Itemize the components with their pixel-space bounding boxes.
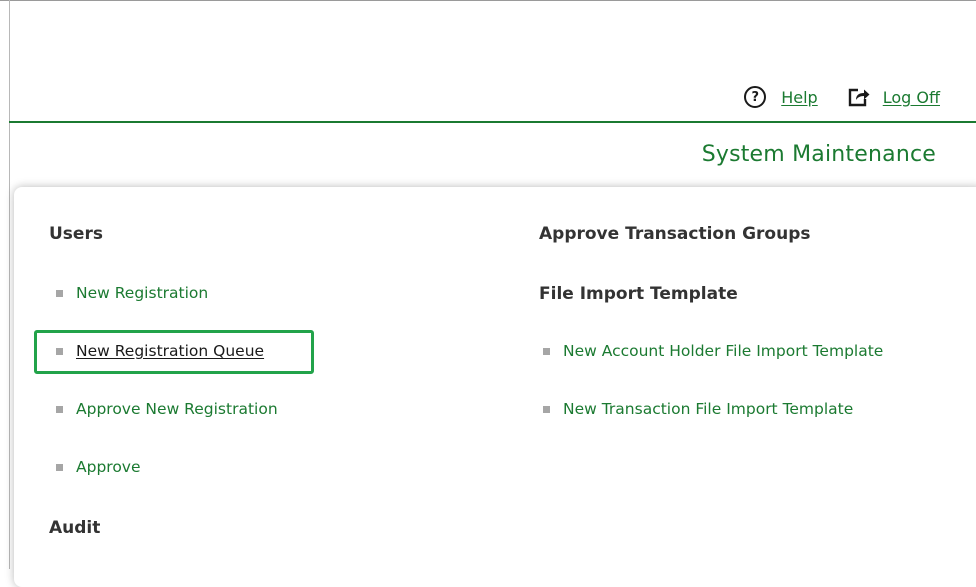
menu-item-new-account-holder-file-import-template[interactable]: New Account Holder File Import Template	[543, 342, 883, 360]
menu-item-label: Approve New Registration	[76, 400, 278, 418]
audit-heading: Audit	[49, 518, 101, 538]
system-maintenance-menu: Users New Registration New Registration …	[14, 187, 976, 587]
window-left-border	[9, 0, 10, 569]
bullet-icon	[56, 405, 63, 413]
bullet-icon	[56, 347, 63, 355]
share-arrow-icon	[848, 88, 870, 107]
file-import-template-heading: File Import Template	[539, 284, 738, 304]
menu-item-new-transaction-file-import-template[interactable]: New Transaction File Import Template	[543, 400, 853, 418]
header-divider	[9, 121, 976, 123]
menu-item-label: Approve	[76, 458, 141, 476]
menu-item-label: New Transaction File Import Template	[563, 400, 854, 418]
help-link[interactable]: ? Help	[744, 86, 818, 108]
bullet-icon	[543, 405, 550, 413]
help-link-label[interactable]: Help	[781, 88, 817, 107]
logoff-link-label[interactable]: Log Off	[883, 88, 940, 107]
header-links: ? Help Log Off	[744, 86, 940, 108]
menu-item-approve-new-registration[interactable]: Approve New Registration	[56, 400, 278, 418]
bullet-icon	[543, 347, 550, 355]
menu-item-label: New Registration Queue	[76, 342, 265, 360]
page-title: System Maintenance	[701, 142, 936, 167]
users-heading: Users	[49, 224, 103, 244]
menu-item-label: New Registration	[76, 284, 209, 302]
bullet-icon	[56, 463, 63, 471]
menu-item-new-registration[interactable]: New Registration	[56, 284, 208, 302]
question-circle-icon: ?	[744, 86, 767, 108]
bullet-icon	[56, 289, 63, 297]
menu-item-label: New Account Holder File Import Template	[563, 342, 884, 360]
logoff-link[interactable]: Log Off	[848, 87, 940, 107]
window-top-border	[0, 0, 976, 1]
approve-transaction-groups-heading[interactable]: Approve Transaction Groups	[539, 224, 811, 244]
menu-item-new-registration-queue[interactable]: New Registration Queue	[56, 342, 264, 360]
menu-item-approve[interactable]: Approve	[56, 458, 141, 476]
